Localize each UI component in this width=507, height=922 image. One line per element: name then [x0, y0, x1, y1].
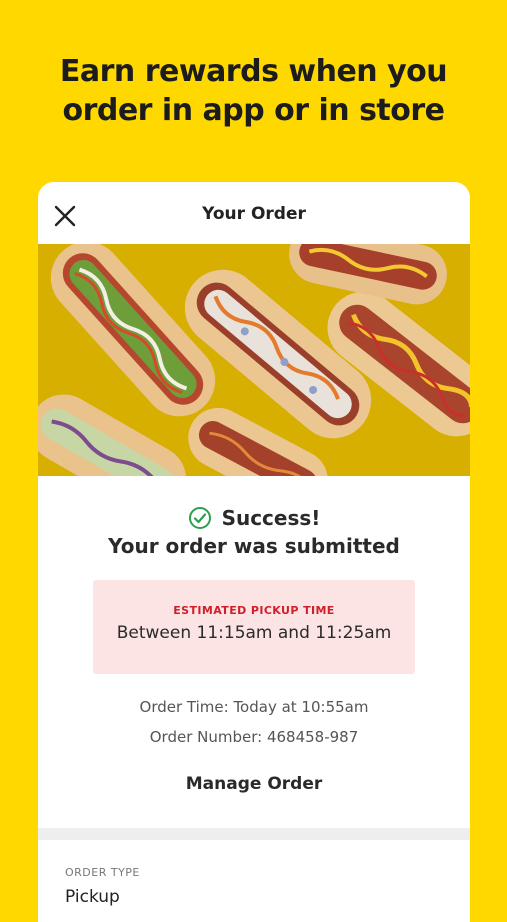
- order-number: Order Number: 468458-987: [149, 728, 359, 746]
- pickup-time-value: Between 11:15am and 11:25am: [116, 623, 392, 643]
- pickup-time-box: ESTIMATED PICKUP TIME Between 11:15am an…: [93, 580, 415, 674]
- promo-headline: Earn rewards when you order in app or in…: [0, 52, 507, 130]
- check-circle-icon: [188, 507, 211, 529]
- submitted-message: Your order was submitted: [108, 534, 400, 558]
- page-title: Your Order: [202, 204, 306, 224]
- section-divider: [38, 828, 470, 840]
- order-type-section: ORDER TYPE Pickup: [38, 866, 470, 907]
- promo-line-2: order in app or in store: [62, 93, 445, 128]
- order-details: Order Time: Today at 10:55am Order Numbe…: [38, 692, 470, 752]
- success-row: Success!: [38, 506, 470, 530]
- hero-food-image: [38, 244, 470, 476]
- pickup-time-label: ESTIMATED PICKUP TIME: [173, 604, 335, 617]
- order-confirmation: Success! Your order was submitted ESTIMA…: [38, 506, 470, 907]
- manage-order-button[interactable]: Manage Order: [38, 774, 470, 794]
- phone-screen: Your Order Success! Your order was submi…: [38, 182, 470, 922]
- order-type-label: ORDER TYPE: [65, 866, 140, 879]
- order-type-value: Pickup: [65, 887, 120, 907]
- top-bar: Your Order: [38, 182, 470, 244]
- promo-line-1: Earn rewards when you: [59, 54, 448, 89]
- order-time: Order Time: Today at 10:55am: [139, 698, 369, 716]
- success-status: Success!: [221, 506, 321, 530]
